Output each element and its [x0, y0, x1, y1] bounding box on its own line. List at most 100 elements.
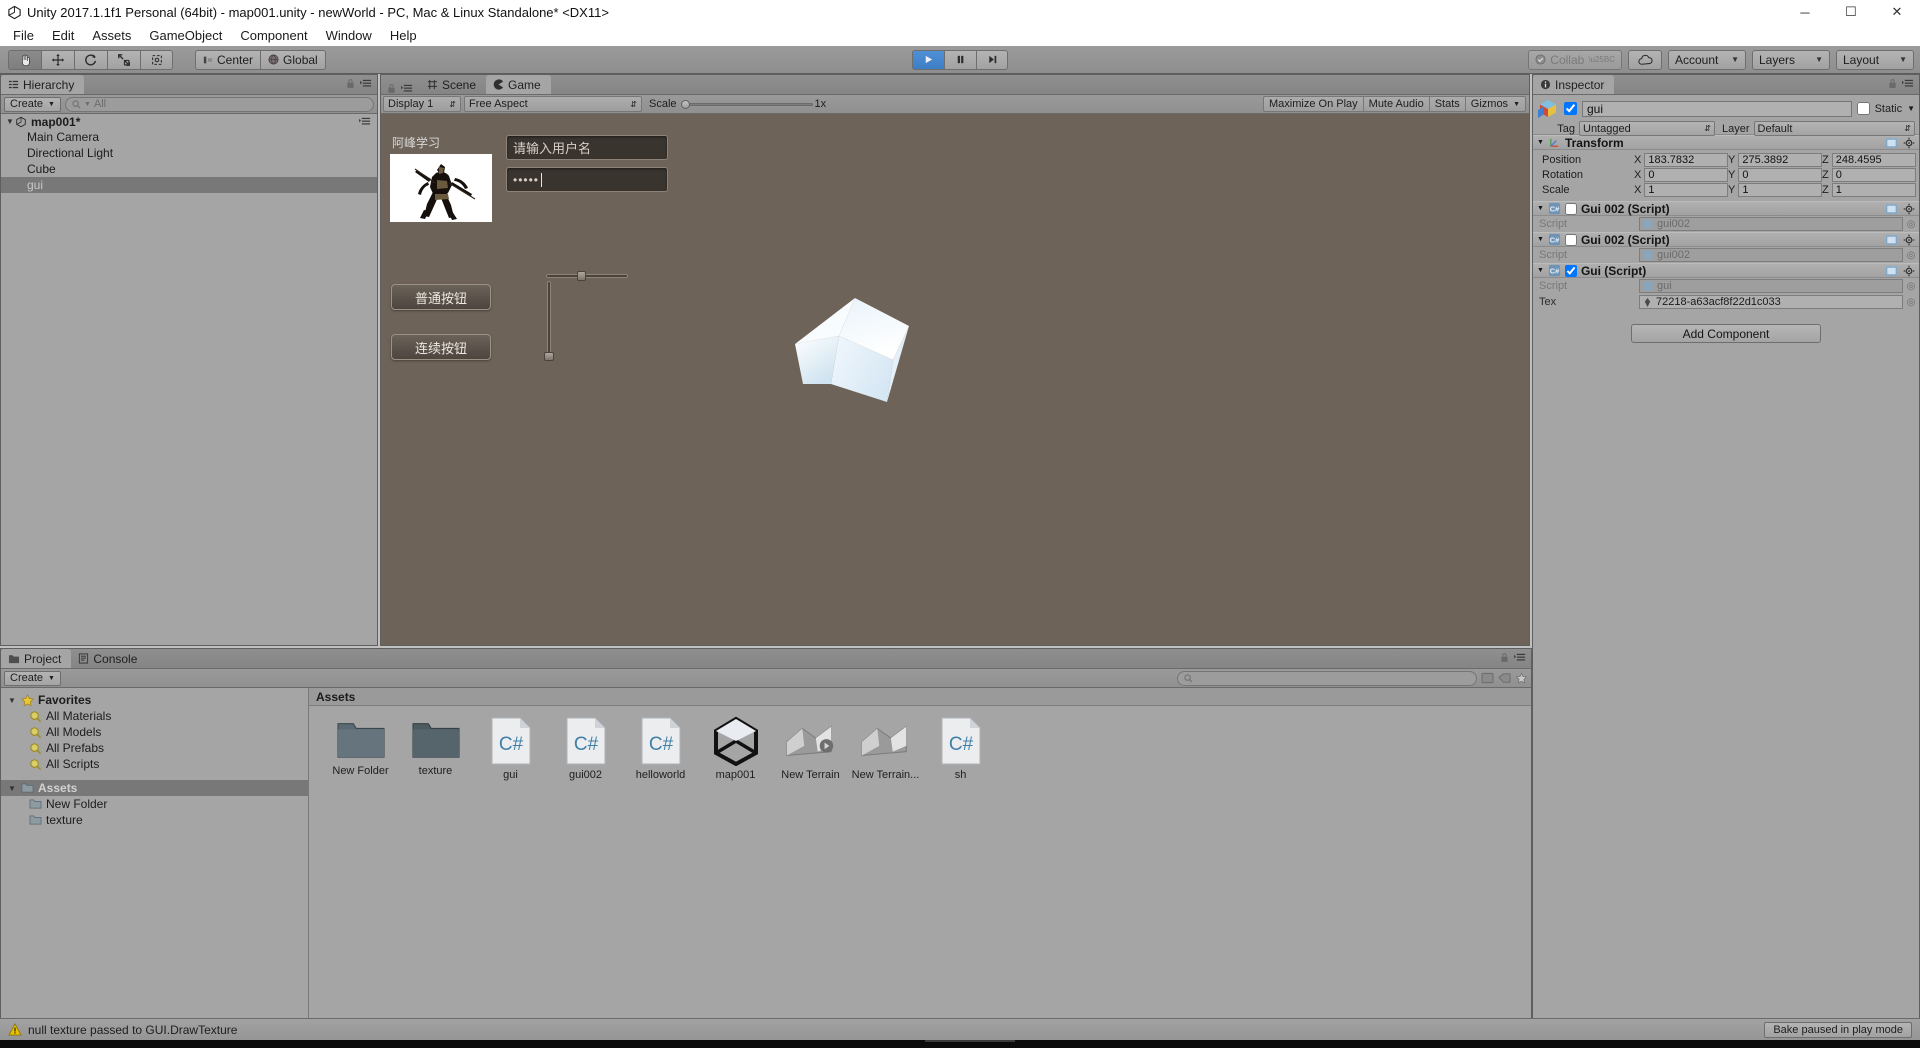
gui002-a-script-field[interactable]: gui002 — [1639, 217, 1903, 231]
help-book-icon[interactable] — [1885, 203, 1898, 215]
asset-item-sh[interactable]: C# sh — [923, 716, 998, 781]
lock-icon[interactable] — [346, 78, 355, 89]
project-tree-assets[interactable]: ▼ Assets — [1, 780, 308, 796]
panel-menu-icon[interactable] — [401, 83, 414, 94]
hierarchy-create-button[interactable]: Create ▼ — [4, 96, 61, 112]
component-enabled-checkbox[interactable] — [1564, 264, 1577, 277]
layout-dropdown[interactable]: Layout ▼ — [1836, 49, 1914, 70]
project-tree-all-scripts[interactable]: All Scripts — [1, 756, 308, 772]
tab-hierarchy[interactable]: Hierarchy — [1, 75, 85, 94]
chevron-down-icon[interactable]: ▼ — [1907, 104, 1915, 113]
expand-triangle-icon[interactable]: ▼ — [1537, 267, 1544, 274]
cloud-services-button[interactable] — [1628, 49, 1662, 70]
asset-item-helloworld[interactable]: C# helloworld — [623, 716, 698, 781]
gui-tex-field[interactable]: 72218-a63acf8f22d1c033 — [1639, 295, 1903, 309]
account-dropdown[interactable]: Account ▼ — [1668, 49, 1746, 70]
step-button[interactable] — [976, 49, 1008, 70]
game-gui-normal-button[interactable]: 普通按钮 — [391, 284, 491, 310]
filter-all-icon[interactable] — [1481, 672, 1494, 684]
hierarchy-item-main-camera[interactable]: Main Camera — [1, 129, 377, 145]
asset-item-new-folder[interactable]: New Folder — [323, 716, 398, 781]
position-y-input[interactable]: 275.3892 — [1738, 152, 1822, 167]
collab-button[interactable]: Collab \u25BC — [1528, 49, 1622, 70]
favorite-star-icon[interactable] — [1515, 672, 1528, 684]
menu-window[interactable]: Window — [317, 26, 381, 45]
tab-project[interactable]: Project — [1, 649, 72, 668]
play-button[interactable] — [912, 49, 944, 70]
project-tree-favorites[interactable]: ▼ Favorites — [1, 692, 308, 708]
object-picker-icon[interactable]: ◎ — [1903, 250, 1919, 261]
project-create-button[interactable]: Create ▼ — [4, 670, 61, 686]
position-z-input[interactable]: 248.4595 — [1831, 152, 1916, 167]
help-book-icon[interactable] — [1885, 137, 1898, 149]
expand-triangle-icon[interactable]: ▼ — [7, 784, 17, 793]
asset-item-new-terrain[interactable]: New Terrain — [773, 716, 848, 781]
scale-y-input[interactable]: 1 — [1738, 182, 1822, 197]
component-header-gui[interactable]: ▼ C# Gui (Script) — [1533, 263, 1919, 278]
lock-icon[interactable] — [1888, 78, 1897, 89]
hierarchy-item-directional-light[interactable]: Directional Light — [1, 145, 377, 161]
scale-z-input[interactable]: 1 — [1831, 182, 1916, 197]
lock-icon[interactable] — [1500, 652, 1509, 663]
gear-icon[interactable] — [1903, 234, 1915, 246]
maximize-on-play-toggle[interactable]: Maximize On Play — [1263, 96, 1363, 112]
help-book-icon[interactable] — [1885, 234, 1898, 246]
menu-component[interactable]: Component — [231, 26, 316, 45]
scale-tool-button[interactable] — [107, 49, 140, 70]
game-render-canvas[interactable]: 阿峰学习 请输入用户名 ••••• 普通按钮 连续按钮 — [381, 114, 1529, 645]
component-enabled-checkbox[interactable] — [1564, 233, 1577, 246]
component-enabled-checkbox[interactable] — [1564, 202, 1577, 215]
object-picker-icon[interactable]: ◎ — [1903, 281, 1919, 292]
hierarchy-item-gui[interactable]: gui — [1, 177, 377, 193]
object-picker-icon[interactable]: ◎ — [1903, 219, 1919, 230]
gizmos-dropdown[interactable]: Gizmos ▼ — [1464, 96, 1526, 112]
rotation-y-input[interactable]: 0 — [1738, 167, 1822, 182]
move-tool-button[interactable] — [41, 49, 74, 70]
display-dropdown[interactable]: Display 1 ⇵ — [383, 96, 461, 112]
hierarchy-scene-root[interactable]: ▼ map001* — [1, 114, 377, 129]
static-checkbox[interactable] — [1856, 102, 1870, 115]
panel-menu-icon[interactable] — [1902, 78, 1915, 89]
expand-triangle-icon[interactable]: ▼ — [5, 117, 15, 126]
hierarchy-search-input[interactable]: ▼ All — [64, 96, 374, 112]
stats-toggle[interactable]: Stats — [1428, 96, 1465, 112]
hierarchy-item-cube[interactable]: Cube — [1, 161, 377, 177]
rect-tool-button[interactable] — [140, 49, 173, 70]
menu-gameobject[interactable]: GameObject — [140, 26, 231, 45]
hand-tool-button[interactable] — [8, 49, 41, 70]
tab-scene[interactable]: Scene — [420, 75, 486, 94]
scale-x-input[interactable]: 1 — [1644, 182, 1728, 197]
status-message[interactable]: null texture passed to GUI.DrawTexture — [28, 1023, 237, 1037]
gui-script-field[interactable]: gui — [1639, 279, 1903, 293]
pivot-mode-button[interactable]: Center — [195, 49, 261, 70]
menu-edit[interactable]: Edit — [43, 26, 83, 45]
gear-icon[interactable] — [1903, 137, 1915, 149]
gear-icon[interactable] — [1903, 265, 1915, 277]
rotation-x-input[interactable]: 0 — [1644, 167, 1728, 182]
gear-icon[interactable] — [1903, 203, 1915, 215]
help-book-icon[interactable] — [1885, 265, 1898, 277]
menu-file[interactable]: File — [4, 26, 43, 45]
tag-dropdown[interactable]: Untagged ⇵ — [1579, 121, 1715, 136]
lock-icon[interactable] — [387, 83, 396, 94]
menu-assets[interactable]: Assets — [83, 26, 140, 45]
vslider-knob[interactable] — [544, 352, 554, 361]
mute-audio-toggle[interactable]: Mute Audio — [1362, 96, 1429, 112]
expand-triangle-icon[interactable]: ▼ — [1537, 236, 1544, 243]
object-enabled-checkbox[interactable] — [1564, 102, 1577, 115]
close-button[interactable]: ✕ — [1874, 0, 1920, 24]
asset-item-map001[interactable]: map001 — [698, 716, 773, 781]
rotate-tool-button[interactable] — [74, 49, 107, 70]
filter-label-icon[interactable] — [1498, 672, 1511, 684]
project-search-input[interactable] — [1177, 670, 1477, 686]
space-mode-button[interactable]: Global — [260, 49, 326, 70]
component-header-transform[interactable]: ▼ Transform — [1533, 135, 1919, 150]
panel-menu-icon[interactable] — [1514, 652, 1527, 663]
tab-game[interactable]: Game — [486, 75, 551, 94]
hslider-knob[interactable] — [577, 271, 586, 281]
asset-item-gui[interactable]: C# gui — [473, 716, 548, 781]
add-component-button[interactable]: Add Component — [1631, 324, 1821, 343]
scale-slider-knob[interactable] — [680, 99, 690, 109]
aspect-dropdown[interactable]: Free Aspect ⇵ — [464, 96, 642, 112]
minimize-button[interactable]: ─ — [1782, 0, 1828, 24]
